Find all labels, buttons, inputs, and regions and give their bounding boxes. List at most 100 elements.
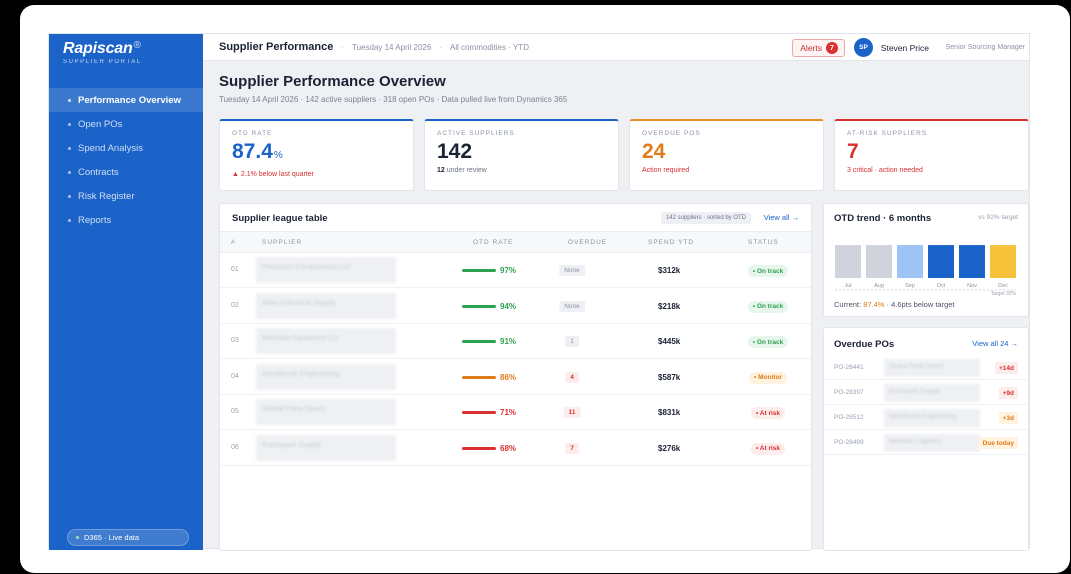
col-header-otd-rate[interactable]: OTD RATE — [473, 239, 513, 246]
po-id: PO-28489 — [834, 439, 864, 446]
brand-logo[interactable]: Rapiscan® SUPPLIER PORTAL — [63, 40, 142, 65]
table-row[interactable]: 04 Westbrook Engineering 86% 4 $587k • Monito… — [220, 360, 811, 395]
table-row[interactable]: 06 Eurospark Supply 68% 7 $276k • At risk — [220, 431, 811, 466]
overdue-badge: 4 — [565, 371, 579, 383]
sidebar-item-label: Risk Register — [78, 190, 135, 202]
trend-bar-nov[interactable] — [959, 245, 985, 278]
row-number: 05 — [231, 408, 239, 415]
row-number: 03 — [231, 337, 239, 344]
brand-subtitle: SUPPLIER PORTAL — [63, 59, 142, 65]
sidebar-item-contracts[interactable]: Contracts — [49, 160, 203, 184]
col-header-spend-ytd[interactable]: SPEND YTD — [648, 239, 694, 246]
otd-rate-bar — [462, 340, 496, 343]
top-bar: Supplier Performance · Tuesday 14 April … — [203, 34, 1029, 61]
status-badge: • On track — [747, 300, 789, 313]
kpi-card-otd-rate[interactable]: OTD RATE 87.4% ▲ 2.1% below last quarter — [219, 119, 414, 191]
kpi-value-number: 142 — [437, 140, 473, 163]
trend-bar-dec[interactable] — [990, 245, 1016, 278]
sidebar-item-label: Contracts — [78, 166, 119, 178]
otd-rate-value: 94% — [500, 301, 517, 311]
table-row[interactable]: 05 Global Parts Direct 71% 11 $831k • At risk — [220, 395, 811, 430]
trend-bar-oct[interactable] — [928, 245, 954, 278]
col-header-status[interactable]: STATUS — [748, 239, 779, 246]
bullet-icon — [68, 170, 71, 174]
sidebar-item-spend-analysis[interactable]: Spend Analysis — [49, 136, 203, 160]
col-header-overdue[interactable]: OVERDUE — [568, 239, 607, 246]
kpi-note-count: 12 — [437, 167, 445, 174]
view-all-link[interactable]: View all → — [764, 213, 799, 222]
po-id: PO-28441 — [834, 364, 864, 371]
bullet-icon — [68, 194, 71, 198]
sort-info-pill[interactable]: 142 suppliers · sorted by OTD — [660, 212, 751, 224]
col-header-supplier[interactable]: SUPPLIER — [262, 239, 302, 246]
supplier-name-redacted: Atlas Industrial Supply — [256, 292, 396, 319]
alerts-label: Alerts — [800, 43, 822, 53]
kpi-label: OVERDUE POS — [642, 130, 701, 137]
overdue-po-row[interactable]: PO-28397 Eurospark Supply +9d — [824, 381, 1028, 405]
kpi-note: 3 critical · action needed — [847, 167, 923, 174]
otd-rate-bar — [462, 304, 496, 308]
table-header: # SUPPLIER OTD RATE OVERDUE SPEND YTD ST… — [220, 231, 811, 253]
otd-rate-value: 97% — [500, 266, 517, 275]
brand-name: Rapiscan — [63, 40, 133, 57]
kpi-card-overdue-pos[interactable]: OVERDUE POS 24 Action required — [629, 119, 824, 191]
sidebar-item-open-pos[interactable]: Open POs — [49, 112, 203, 136]
days-overdue-badge: +9d — [998, 387, 1018, 399]
kpi-card-at-risk-suppliers[interactable]: AT-RISK SUPPLIERS 7 3 critical · action … — [834, 119, 1029, 191]
otd-rate-value: 71% — [500, 408, 517, 417]
status-badge: • On track — [747, 336, 789, 348]
supplier-name-redacted: Eurospark Supply — [256, 434, 396, 461]
bullet-icon — [68, 218, 71, 222]
days-overdue-badge: +14d — [995, 362, 1018, 374]
days-overdue-badge: Due today — [978, 437, 1018, 449]
overdue-po-row[interactable]: PO-28489 Meridian Logistics Due today — [824, 431, 1028, 455]
overdue-badge: 1 — [565, 336, 579, 347]
overdue-po-row[interactable]: PO-28441 Global Parts Direct +14d — [824, 356, 1028, 380]
sidebar-item-risk-register[interactable]: Risk Register — [49, 184, 203, 208]
table-row[interactable]: 03 Meridian Fasteners Co. 91% 1 $445k • On tr… — [220, 324, 811, 359]
current-otd-summary: Current: 87.4% · 4.6pts below target — [834, 300, 955, 309]
kpi-value: 24 — [642, 141, 811, 163]
topbar-date: Tuesday 14 April 2026 — [352, 42, 432, 52]
sidebar-item-label: Performance Overview — [78, 94, 181, 106]
target-note: vs 92% target — [978, 214, 1018, 221]
alerts-count-badge: 7 — [826, 42, 838, 54]
trend-x-label: Aug — [874, 283, 884, 289]
user-role: Senior Sourcing Manager — [945, 44, 1025, 51]
col-header-num[interactable]: # — [231, 239, 236, 246]
kpi-value: 142 — [437, 141, 606, 163]
trend-x-label: Sep — [905, 283, 915, 289]
supplier-name-redacted: Precision Components Ltd — [256, 257, 396, 283]
row-number: 06 — [231, 443, 239, 451]
spend-ytd-value: $445k — [658, 337, 681, 346]
page-title: Supplier Performance Overview — [219, 73, 446, 90]
view-all-overdue-link[interactable]: View all 24 → — [972, 339, 1018, 348]
kpi-note-text: under review — [444, 167, 487, 174]
trend-bar-aug[interactable] — [866, 245, 892, 278]
user-avatar[interactable]: SP — [854, 38, 873, 57]
status-badge: • Monitor — [749, 371, 787, 384]
sidebar-item-performance-overview[interactable]: Performance Overview — [49, 88, 203, 112]
otd-rate-cell: 86% — [462, 373, 516, 382]
overdue-po-row[interactable]: PO-28512 Westbrook Engineering +3d — [824, 406, 1028, 430]
trend-bar-sep[interactable] — [897, 245, 923, 278]
user-name[interactable]: Steven Price — [881, 43, 929, 53]
separator: · — [341, 42, 344, 52]
live-data-label: D365 · Live data — [84, 533, 140, 542]
sidebar-item-label: Reports — [78, 214, 112, 226]
table-row[interactable]: 01 Precision Components Ltd 97% None $312k • … — [220, 253, 811, 288]
sidebar-item-label: Spend Analysis — [78, 142, 143, 154]
row-number: 02 — [231, 301, 239, 309]
overdue-pos-panel: Overdue POs View all 24 → PO-28441 Global… — [823, 327, 1029, 551]
table-row[interactable]: 02 Atlas Industrial Supply 94% None $218k • O… — [220, 289, 811, 324]
sidebar-item-reports[interactable]: Reports — [49, 208, 203, 232]
kpi-note: Action required — [642, 167, 690, 174]
otd-rate-cell: 68% — [462, 444, 516, 453]
kpi-value: 87.4% — [232, 141, 401, 167]
spend-ytd-value: $831k — [658, 408, 681, 417]
kpi-note: ▲ 2.1% below last quarter — [232, 171, 315, 178]
trend-bar-jul[interactable] — [835, 245, 861, 278]
kpi-value-number: 87.4 — [232, 140, 273, 163]
alerts-button[interactable]: Alerts 7 — [792, 39, 845, 57]
kpi-card-active-suppliers[interactable]: ACTIVE SUPPLIERS 142 12 under review — [424, 119, 619, 191]
